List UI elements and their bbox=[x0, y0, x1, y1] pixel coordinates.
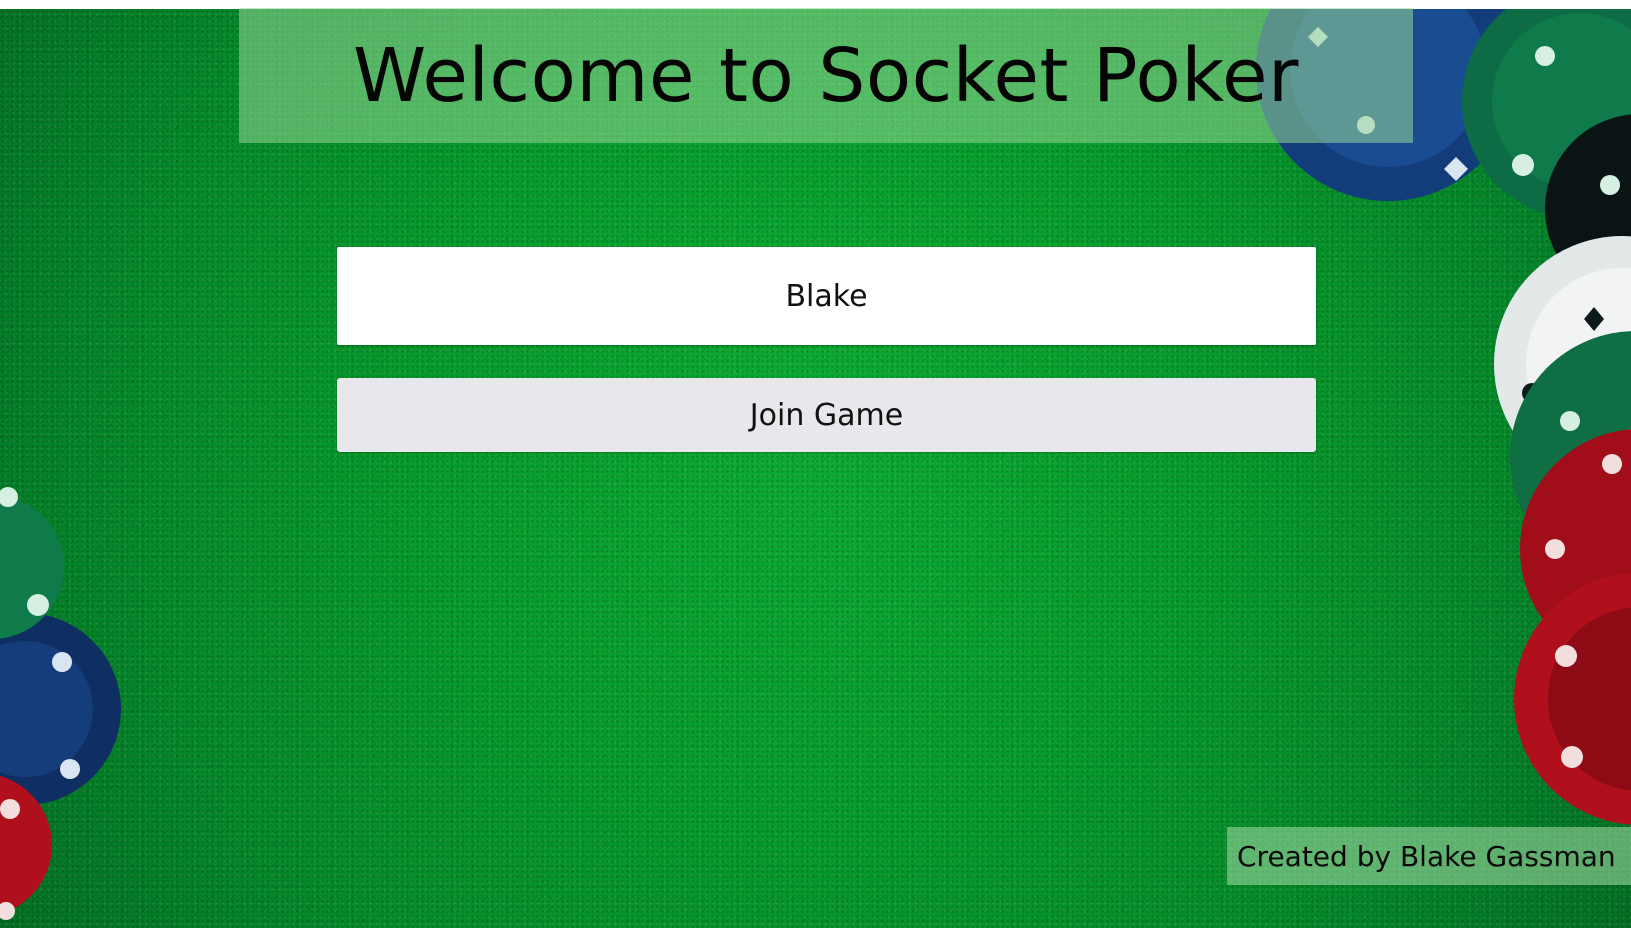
title-banner: Welcome to Socket Poker bbox=[239, 8, 1413, 143]
credit-banner: Created by Blake Gassman bbox=[1227, 827, 1631, 885]
chip-white-right bbox=[1494, 236, 1631, 492]
felt-texture bbox=[0, 9, 1631, 937]
browser-bottom-strip bbox=[0, 928, 1631, 937]
page-title: Welcome to Socket Poker bbox=[353, 32, 1299, 119]
chip-green-right bbox=[1510, 331, 1631, 583]
chip-red-right-upper bbox=[1520, 429, 1631, 669]
chip-black-right bbox=[1545, 114, 1631, 304]
chip-green-top-right bbox=[1462, 9, 1631, 219]
chip-red-left bbox=[0, 775, 52, 920]
player-name-input[interactable] bbox=[337, 247, 1316, 345]
chip-red-right-lower bbox=[1514, 573, 1631, 825]
chip-green-left bbox=[0, 487, 64, 639]
credit-text: Created by Blake Gassman bbox=[1237, 839, 1616, 873]
poker-table-background bbox=[0, 9, 1631, 937]
join-game-button[interactable]: Join Game bbox=[337, 378, 1316, 452]
chip-blue-left bbox=[0, 613, 121, 805]
poker-chips-decoration bbox=[0, 9, 1631, 920]
